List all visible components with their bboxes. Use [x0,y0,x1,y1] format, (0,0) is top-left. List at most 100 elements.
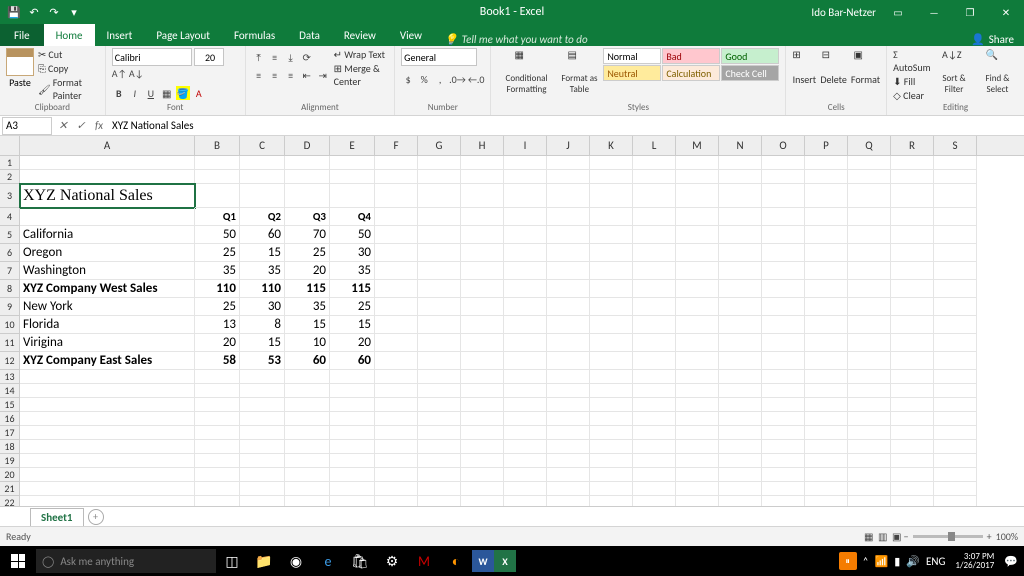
cell[interactable] [633,412,676,426]
number-format-select[interactable]: General [401,48,477,66]
cell[interactable] [848,468,891,482]
settings-icon[interactable]: ⚙ [376,546,408,576]
tab-home[interactable]: Home [44,24,95,46]
cell[interactable] [805,334,848,352]
cell[interactable] [676,262,719,280]
edge-icon[interactable]: e [312,546,344,576]
cell[interactable] [330,440,375,454]
format-painter-button[interactable]: 🖌Format Painter [38,76,99,102]
cell[interactable] [934,170,977,184]
cell[interactable] [330,468,375,482]
cell[interactable] [848,244,891,262]
format-as-table-icon[interactable]: ▤ [567,48,591,72]
cell[interactable] [633,170,676,184]
copy-button[interactable]: ⎘Copy [38,62,99,75]
cell[interactable] [762,412,805,426]
cell[interactable] [285,496,330,506]
cell[interactable] [891,262,934,280]
cell[interactable] [590,426,633,440]
zoom-in-icon[interactable]: + [987,530,992,543]
cell[interactable]: Q2 [240,208,285,226]
cell[interactable] [633,244,676,262]
cell[interactable] [762,184,805,208]
row-header[interactable]: 14 [0,384,20,398]
cell[interactable] [848,496,891,506]
cell[interactable] [934,156,977,170]
cell[interactable] [195,370,240,384]
cell[interactable] [676,398,719,412]
cell[interactable] [891,208,934,226]
cell[interactable] [547,496,590,506]
cell[interactable] [719,226,762,244]
cell[interactable]: 8 [240,316,285,334]
cell[interactable] [633,298,676,316]
cell[interactable]: Q4 [330,208,375,226]
cell[interactable] [719,398,762,412]
cell[interactable] [676,468,719,482]
cell[interactable] [934,370,977,384]
align-middle-icon[interactable]: ≡ [268,50,282,64]
cell[interactable]: 60 [285,352,330,370]
sort-filter-button[interactable]: A↓ZSort & Filter [935,48,973,95]
cell[interactable] [805,468,848,482]
cell[interactable] [848,184,891,208]
cell[interactable] [676,244,719,262]
cell[interactable] [547,398,590,412]
cell[interactable] [719,208,762,226]
view-page-break-icon[interactable]: ▣ [890,530,904,544]
cell[interactable]: 25 [330,298,375,316]
cell[interactable] [848,426,891,440]
cell[interactable] [240,496,285,506]
cell[interactable]: Oregon [20,244,195,262]
percent-icon[interactable]: % [417,72,431,86]
cell[interactable] [848,170,891,184]
cell[interactable]: 25 [195,298,240,316]
cell[interactable]: California [20,226,195,244]
cell[interactable]: 35 [285,298,330,316]
cell[interactable] [418,244,461,262]
cell[interactable] [461,156,504,170]
cell[interactable] [805,496,848,506]
cell[interactable] [285,468,330,482]
cell[interactable]: 10 [285,334,330,352]
row-header[interactable]: 11 [0,334,20,352]
cell[interactable] [934,298,977,316]
cell[interactable] [504,384,547,398]
cell[interactable] [461,334,504,352]
italic-button[interactable]: I [128,86,142,100]
font-name-select[interactable]: Calibri [112,48,192,66]
row-header[interactable]: 6 [0,244,20,262]
cell[interactable] [762,370,805,384]
cell[interactable] [719,334,762,352]
row-header[interactable]: 13 [0,370,20,384]
cell[interactable] [285,370,330,384]
cell[interactable] [330,454,375,468]
cell[interactable] [934,262,977,280]
cell[interactable]: XYZ Company West Sales [20,280,195,298]
cell[interactable] [676,412,719,426]
cell[interactable] [418,412,461,426]
wrap-text-button[interactable]: ↵ Wrap Text [334,48,389,61]
cell[interactable] [375,156,418,170]
align-top-icon[interactable]: ⤒ [252,50,266,64]
cell[interactable] [762,316,805,334]
tab-insert[interactable]: Insert [95,24,145,46]
cell[interactable] [240,370,285,384]
cell[interactable] [195,440,240,454]
cell[interactable] [20,482,195,496]
cell[interactable] [504,426,547,440]
font-size-select[interactable]: 20 [194,48,224,66]
cell[interactable] [934,468,977,482]
increase-indent-icon[interactable]: ⇥ [316,68,330,82]
row-header[interactable]: 15 [0,398,20,412]
cell[interactable] [590,226,633,244]
cell[interactable] [547,184,590,208]
cell[interactable] [762,440,805,454]
cell[interactable] [633,184,676,208]
cell[interactable] [676,156,719,170]
cell[interactable] [891,244,934,262]
cell[interactable] [547,468,590,482]
cell[interactable] [375,440,418,454]
row-header[interactable]: 17 [0,426,20,440]
cell[interactable] [195,398,240,412]
